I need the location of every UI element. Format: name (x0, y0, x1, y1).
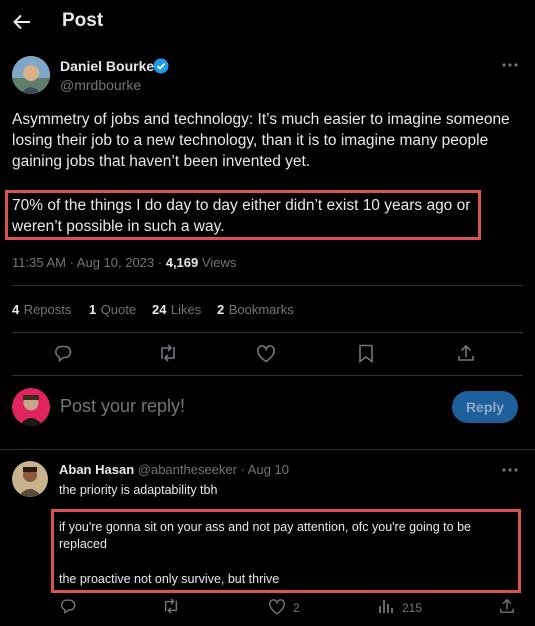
likes-stat[interactable]: 24 Likes (152, 301, 201, 319)
like-icon[interactable] (256, 345, 276, 363)
repost-icon[interactable] (158, 344, 178, 362)
post-paragraph-highlighted: 70% of the things I do day to day either… (12, 197, 471, 235)
divider (12, 285, 523, 286)
reply-repost-icon[interactable] (162, 598, 180, 614)
reply-input[interactable]: Post your reply! (60, 396, 185, 417)
reply-views-count: 215 (402, 601, 423, 615)
bookmarks-label: Bookmarks (228, 302, 294, 317)
reply-text-line: the proactive not only survive, but thri… (59, 572, 280, 586)
avatar[interactable] (12, 56, 50, 94)
reposts-stat[interactable]: 4 Reposts (12, 301, 71, 319)
reposts-label: Reposts (23, 302, 72, 317)
reply-author-handle[interactable]: @abantheseeker · Aug 10 (138, 462, 289, 477)
quotes-label: Quote (100, 302, 137, 317)
page-title: Post (62, 10, 104, 31)
reply-like-icon[interactable] (268, 599, 286, 615)
divider (12, 332, 523, 333)
author-name[interactable]: Daniel Bourke (60, 58, 154, 74)
back-arrow-icon[interactable] (12, 12, 32, 32)
more-options-icon[interactable] (502, 60, 518, 70)
bookmarks-count: 2 (217, 302, 225, 317)
reply-comment-icon[interactable] (60, 598, 76, 614)
views-label: Views (201, 255, 237, 270)
reposts-count: 4 (12, 302, 20, 317)
bookmark-icon[interactable] (358, 344, 374, 363)
views-count: 4,169 (165, 255, 199, 270)
divider (12, 375, 523, 376)
reply-share-icon[interactable] (499, 598, 515, 614)
likes-count: 24 (152, 302, 167, 317)
reply-views-icon[interactable] (378, 598, 394, 614)
divider (0, 449, 535, 450)
top-bar: Post (0, 0, 535, 44)
reply-button[interactable]: Reply (452, 391, 518, 423)
reply-like-count: 2 (293, 601, 300, 615)
share-icon[interactable] (457, 344, 475, 362)
reply-text-line: the priority is adaptability tbh (59, 483, 218, 497)
reply-more-options-icon[interactable] (502, 465, 518, 475)
bookmarks-stat[interactable]: 2 Bookmarks (217, 301, 294, 319)
reply-text-line: if you're gonna sit on your ass and not … (59, 520, 471, 551)
post-meta: 11:35 AM · Aug 10, 2023 · 4,169 Views (12, 255, 236, 270)
author-handle[interactable]: @mrdbourke (60, 77, 141, 93)
reply-author-name[interactable]: Aban Hasan (59, 462, 134, 477)
verified-icon (153, 58, 169, 74)
timestamp[interactable]: 11:35 AM · Aug 10, 2023 · (12, 255, 162, 270)
quotes-count: 1 (89, 302, 97, 317)
user-avatar[interactable] (12, 388, 50, 426)
reply-author-line: Aban Hasan @abantheseeker · Aug 10 (59, 462, 289, 477)
reply-icon[interactable] (54, 344, 72, 362)
likes-label: Likes (170, 302, 202, 317)
reply-author-avatar[interactable] (12, 461, 48, 497)
quotes-stat[interactable]: 1 Quote (89, 301, 136, 319)
post-paragraph: Asymmetry of jobs and technology: It’s m… (12, 111, 510, 170)
